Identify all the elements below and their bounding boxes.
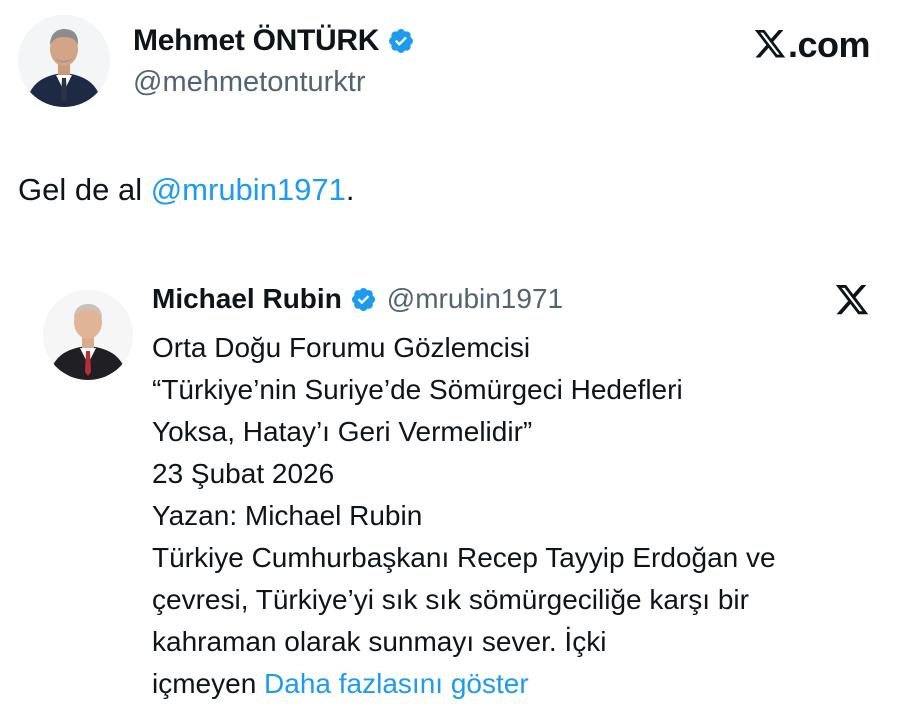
- author-name-row: Mehmet ÖNTÜRK: [133, 24, 415, 58]
- quoted-author-row: Michael Rubin @mrubin1971: [152, 283, 563, 315]
- quoted-text-last-line: içmeyen Daha fazlasını göster: [152, 663, 887, 705]
- x-logo-icon: [753, 29, 787, 61]
- quoted-text-last-prefix: içmeyen: [152, 668, 265, 699]
- tweet-text-suffix: .: [345, 172, 355, 207]
- quoted-author-avatar[interactable]: [43, 290, 133, 380]
- quoted-text-line: “Türkiye’nin Suriye’de Sömürgeci Hedefle…: [152, 374, 683, 405]
- quoted-author-name[interactable]: Michael Rubin: [152, 283, 342, 315]
- author-handle[interactable]: @mehmetonturktr: [133, 66, 366, 99]
- brand-domain-text: .com: [787, 24, 871, 65]
- quoted-text-line: Yazan: Michael Rubin: [152, 500, 423, 531]
- quoted-text-line: Orta Doğu Forumu Gözlemcisi: [152, 332, 531, 363]
- quoted-text-line: Türkiye Cumhurbaşkanı Recep Tayyip Erdoğ…: [152, 542, 776, 573]
- author-photo: [18, 15, 110, 107]
- quoted-text-line: çevresi, Türkiye’yi sık sık sömürgeciliğ…: [152, 584, 749, 615]
- verified-badge-icon: [387, 27, 415, 55]
- quoted-tweet-body: Orta Doğu Forumu Gözlemcisi “Türkiye’nin…: [152, 327, 887, 705]
- show-more-link[interactable]: Daha fazlasını göster: [264, 668, 529, 699]
- x-brand: .com: [753, 24, 871, 66]
- verified-badge-icon: [350, 286, 377, 313]
- tweet-text: Gel de al @mrubin1971.: [18, 172, 355, 208]
- author-avatar[interactable]: [18, 15, 110, 107]
- mention-link[interactable]: @mrubin1971: [151, 172, 346, 207]
- quoted-author-photo: [43, 290, 133, 380]
- x-logo-icon[interactable]: [834, 285, 870, 323]
- tweet-text-prefix: Gel de al: [18, 172, 151, 207]
- author-name[interactable]: Mehmet ÖNTÜRK: [133, 24, 379, 58]
- quoted-text-line: kahraman olarak sunmayı sever. İçki: [152, 626, 607, 657]
- quoted-text-line: Yoksa, Hatay’ı Geri Vermelidir”: [152, 416, 533, 447]
- quoted-author-handle[interactable]: @mrubin1971: [387, 283, 563, 315]
- quoted-text-line: 23 Şubat 2026: [152, 458, 335, 489]
